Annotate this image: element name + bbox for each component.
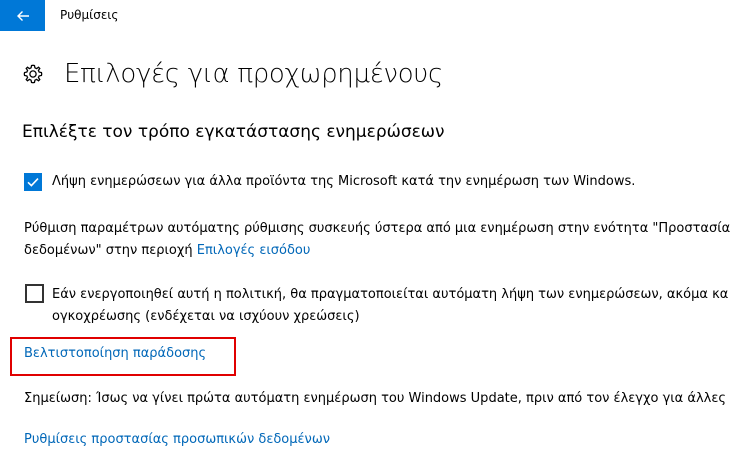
device-setup-description: Ρύθμιση παραμέτρων αυτόματης ρύθμισης συ…	[24, 218, 730, 262]
device-setup-line2-text: δεδομένων" στην περιοχή	[24, 243, 197, 258]
other-products-label: Λήψη ενημερώσεων για άλλα προϊόντα της M…	[52, 174, 636, 189]
delivery-optimization-link[interactable]: Βελτιστοποίηση παράδοσης	[24, 346, 206, 361]
device-setup-line1: Ρύθμιση παραμέτρων αυτόματης ρύθμισης συ…	[24, 221, 731, 236]
other-products-checkbox[interactable]	[24, 173, 42, 191]
arrow-left-icon	[16, 10, 29, 21]
privacy-settings-link[interactable]: Ρυθμίσεις προστασίας προσωπικών δεδομένω…	[24, 432, 330, 447]
metered-connection-line2: ογκοχρέωσης (ενδέχεται να ισχύουν χρεώσε…	[52, 309, 360, 324]
signin-options-link[interactable]: Επιλογές εισόδου	[197, 243, 311, 258]
metered-connection-description: Εάν ενεργοποιηθεί αυτή η πολιτική, θα πρ…	[52, 284, 728, 328]
other-products-option[interactable]: Λήψη ενημερώσεων για άλλα προϊόντα της M…	[24, 173, 635, 191]
metered-connection-checkbox[interactable]	[25, 284, 44, 303]
page-header: Επιλογές για προχωρημένους	[22, 54, 443, 94]
app-title: Ρυθμίσεις	[60, 8, 119, 22]
back-button[interactable]	[0, 0, 45, 31]
title-bar: Ρυθμίσεις	[0, 0, 750, 31]
page-title: Επιλογές για προχωρημένους	[64, 59, 444, 89]
section-title: Επιλέξτε τον τρόπο εγκατάστασης ενημερώσ…	[22, 122, 445, 142]
device-setup-line2: δεδομένων" στην περιοχή Επιλογές εισόδου	[24, 240, 730, 262]
update-note: Σημείωση: Ίσως να γίνει πρώτα αυτόματη ε…	[24, 391, 726, 406]
gear-icon	[23, 64, 43, 84]
metered-connection-line1: Εάν ενεργοποιηθεί αυτή η πολιτική, θα πρ…	[52, 287, 729, 302]
checkmark-icon	[27, 178, 39, 187]
